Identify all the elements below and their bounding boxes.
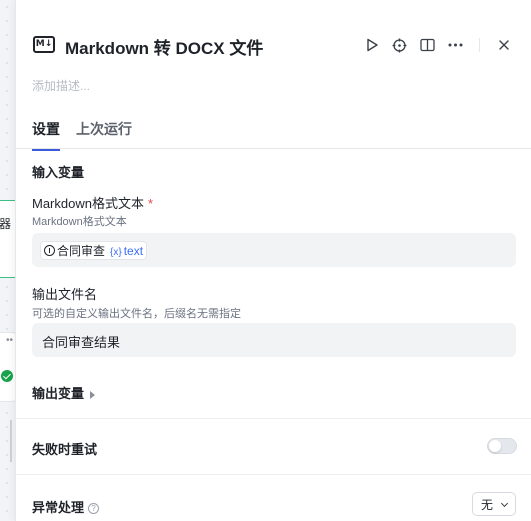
divider bbox=[16, 474, 531, 475]
close-button[interactable] bbox=[495, 36, 513, 54]
error-handling-label: 异常处理? bbox=[32, 497, 100, 516]
help-icon[interactable]: ? bbox=[88, 503, 100, 515]
tab-last-run[interactable]: 上次运行 bbox=[76, 119, 132, 149]
expand-caret-icon bbox=[90, 390, 96, 399]
filename-input[interactable]: 合同审查结果 bbox=[32, 323, 516, 357]
error-handling-select[interactable]: 无 bbox=[472, 492, 516, 516]
markdown-field-description: Markdown格式文本 bbox=[32, 216, 127, 228]
crosshair-icon bbox=[392, 38, 406, 52]
panel-tabs: 设置 上次运行 bbox=[16, 112, 531, 151]
docs-button[interactable] bbox=[418, 36, 436, 54]
node-info-icon bbox=[44, 245, 55, 256]
more-dots-icon bbox=[448, 43, 462, 47]
close-icon bbox=[499, 40, 509, 50]
filename-value: 合同审查结果 bbox=[42, 335, 121, 350]
book-icon bbox=[419, 38, 435, 52]
markdown-icon: M↓ bbox=[33, 36, 55, 53]
panel-header: M↓ Markdown 转 DOCX 文件 添加描述... bbox=[16, 0, 531, 93]
retry-toggle[interactable] bbox=[487, 438, 517, 454]
chevron-down-icon bbox=[500, 499, 509, 508]
error-handling-value: 无 bbox=[481, 497, 494, 512]
description-input[interactable]: 添加描述... bbox=[32, 77, 90, 94]
header-separator bbox=[479, 38, 480, 52]
success-check-icon bbox=[1, 370, 13, 382]
markdown-field-label: Markdown格式文本 * bbox=[32, 196, 154, 211]
chip-variable-name: text bbox=[123, 243, 144, 258]
markdown-variable-input[interactable]: 合同审查 {x} text bbox=[32, 233, 516, 267]
canvas-node-more[interactable]: •• bbox=[6, 335, 13, 346]
filename-field-description: 可选的自定义输出文件名，后缀名无需指定 bbox=[32, 308, 241, 320]
node-settings-panel: M↓ Markdown 转 DOCX 文件 添加描述... 设置 上次运行 输入… bbox=[15, 0, 531, 521]
chip-node-name: 合同审查 bbox=[57, 244, 106, 258]
tab-settings[interactable]: 设置 bbox=[32, 119, 60, 151]
divider bbox=[16, 418, 531, 419]
input-variables-title: 输入变量 bbox=[32, 165, 85, 180]
canvas-connector bbox=[10, 420, 12, 462]
locate-button[interactable] bbox=[390, 36, 408, 54]
required-mark: * bbox=[147, 196, 154, 211]
variable-reference-chip[interactable]: 合同审查 {x} text bbox=[40, 241, 148, 260]
filename-field-label: 输出文件名 bbox=[32, 287, 98, 302]
retry-label: 失败时重试 bbox=[32, 442, 98, 457]
toggle-knob bbox=[489, 440, 501, 452]
variable-icon: {x} bbox=[110, 246, 122, 258]
output-variables-toggle[interactable]: 输出变量 bbox=[32, 383, 96, 402]
canvas-node-label: 器 bbox=[0, 217, 12, 231]
node-title[interactable]: Markdown 转 DOCX 文件 bbox=[65, 34, 263, 59]
more-button[interactable] bbox=[446, 36, 464, 54]
play-icon bbox=[367, 38, 378, 52]
run-button[interactable] bbox=[363, 36, 381, 54]
